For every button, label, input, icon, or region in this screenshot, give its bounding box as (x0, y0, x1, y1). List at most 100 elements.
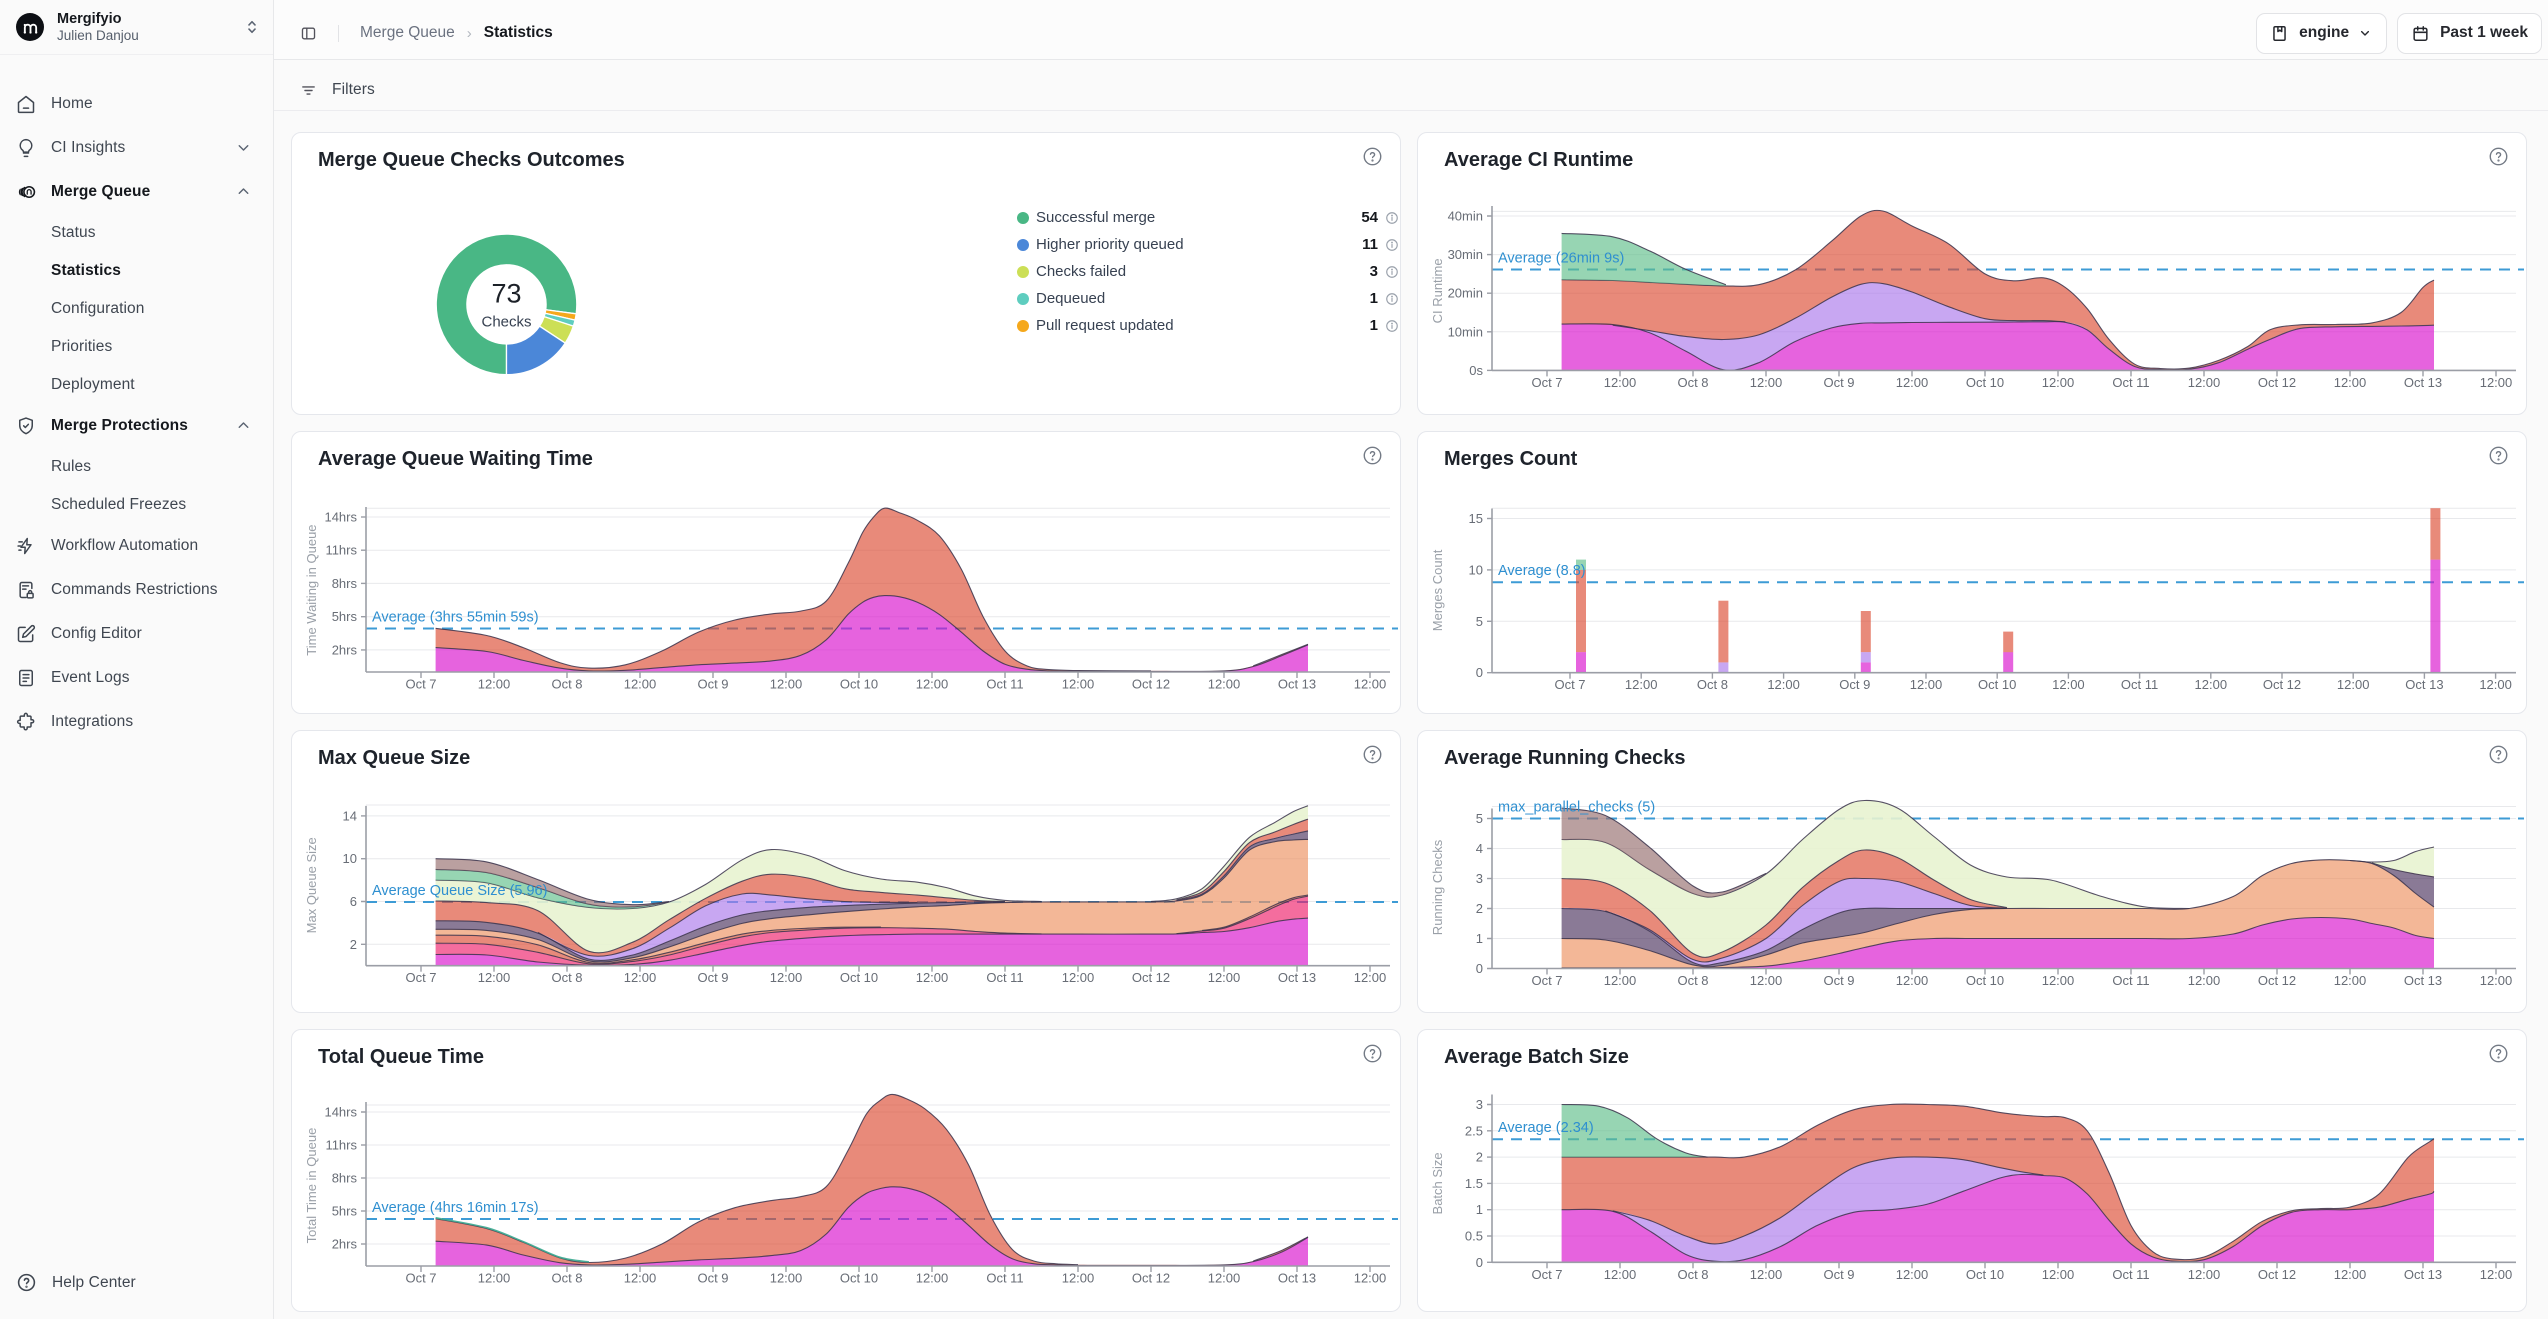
svg-text:14hrs: 14hrs (324, 1105, 357, 1120)
svg-text:Oct 10: Oct 10 (840, 677, 878, 692)
svg-text:Oct 11: Oct 11 (986, 677, 1023, 692)
svg-text:12:00: 12:00 (770, 677, 803, 692)
svg-text:Oct 7: Oct 7 (1531, 1267, 1562, 1282)
svg-text:11hrs: 11hrs (325, 1138, 357, 1153)
svg-text:12:00: 12:00 (2188, 973, 2221, 988)
svg-text:1.5: 1.5 (1465, 1176, 1483, 1191)
svg-text:12:00: 12:00 (2042, 1267, 2075, 1282)
svg-text:Oct 8: Oct 8 (551, 970, 582, 985)
svg-text:Oct 8: Oct 8 (1677, 375, 1708, 390)
svg-text:Oct 8: Oct 8 (1677, 1267, 1708, 1282)
svg-text:Average (26min 9s): Average (26min 9s) (1498, 251, 1624, 267)
svg-text:Oct 7: Oct 7 (1531, 973, 1562, 988)
svg-text:Total Time in Queue: Total Time in Queue (304, 1128, 319, 1244)
svg-text:12:00: 12:00 (2042, 973, 2075, 988)
svg-text:12:00: 12:00 (624, 970, 657, 985)
svg-text:2hrs: 2hrs (332, 1237, 358, 1252)
svg-text:max_parallel_checks (5): max_parallel_checks (5) (1498, 800, 1655, 816)
svg-text:1: 1 (1476, 931, 1483, 946)
svg-text:Oct 10: Oct 10 (840, 970, 878, 985)
svg-text:Average (4hrs 16min 17s): Average (4hrs 16min 17s) (372, 1200, 539, 1216)
svg-text:Oct 11: Oct 11 (2121, 677, 2158, 692)
svg-text:2: 2 (350, 937, 357, 952)
svg-text:2.5: 2.5 (1465, 1123, 1483, 1138)
svg-text:12:00: 12:00 (916, 677, 949, 692)
svg-text:0: 0 (1476, 665, 1483, 680)
svg-text:Oct 9: Oct 9 (1823, 1267, 1854, 1282)
svg-text:Average Queue Size (5.96): Average Queue Size (5.96) (372, 883, 547, 899)
svg-text:12:00: 12:00 (1750, 375, 1783, 390)
svg-text:Oct 10: Oct 10 (1966, 375, 2004, 390)
svg-text:Oct 7: Oct 7 (1531, 375, 1562, 390)
svg-text:0s: 0s (1469, 363, 1483, 378)
svg-text:12:00: 12:00 (1208, 677, 1241, 692)
svg-text:30min: 30min (1448, 247, 1483, 262)
svg-text:12:00: 12:00 (1062, 970, 1095, 985)
svg-text:Oct 13: Oct 13 (1278, 1271, 1316, 1286)
svg-text:2: 2 (1476, 1150, 1483, 1165)
svg-text:20min: 20min (1448, 286, 1483, 301)
svg-text:Max Queue Size: Max Queue Size (304, 837, 319, 933)
svg-text:Oct 11: Oct 11 (2112, 973, 2149, 988)
svg-text:12:00: 12:00 (770, 1271, 803, 1286)
svg-text:12:00: 12:00 (1896, 375, 1929, 390)
svg-text:2hrs: 2hrs (332, 642, 358, 657)
svg-text:12:00: 12:00 (916, 970, 949, 985)
svg-text:Oct 8: Oct 8 (1697, 677, 1728, 692)
svg-text:5hrs: 5hrs (332, 609, 358, 624)
svg-text:12:00: 12:00 (478, 1271, 511, 1286)
svg-text:Oct 7: Oct 7 (405, 1271, 436, 1286)
svg-text:Oct 9: Oct 9 (697, 970, 728, 985)
svg-text:0: 0 (1476, 961, 1483, 976)
svg-text:14: 14 (343, 808, 357, 823)
svg-text:12:00: 12:00 (478, 970, 511, 985)
svg-text:12:00: 12:00 (624, 1271, 657, 1286)
svg-text:3: 3 (1476, 871, 1483, 886)
svg-text:12:00: 12:00 (2334, 973, 2367, 988)
svg-text:12:00: 12:00 (2334, 1267, 2367, 1282)
svg-text:12:00: 12:00 (1354, 677, 1387, 692)
svg-text:12:00: 12:00 (916, 1271, 949, 1286)
svg-text:0: 0 (1476, 1255, 1483, 1270)
svg-text:Oct 8: Oct 8 (551, 677, 582, 692)
svg-text:1: 1 (1476, 1202, 1483, 1217)
svg-text:Oct 10: Oct 10 (1966, 973, 2004, 988)
svg-text:Oct 11: Oct 11 (986, 1271, 1023, 1286)
svg-text:12:00: 12:00 (770, 970, 803, 985)
svg-text:12:00: 12:00 (1625, 677, 1658, 692)
svg-text:Oct 13: Oct 13 (1278, 677, 1316, 692)
svg-text:12:00: 12:00 (2337, 677, 2370, 692)
svg-text:Time Waiting in Queue: Time Waiting in Queue (304, 524, 319, 655)
svg-text:12:00: 12:00 (1896, 973, 1929, 988)
svg-text:12:00: 12:00 (2479, 677, 2512, 692)
svg-text:8hrs: 8hrs (332, 576, 358, 591)
svg-text:Oct 9: Oct 9 (697, 1271, 728, 1286)
svg-text:Oct 12: Oct 12 (1132, 970, 1170, 985)
svg-text:4: 4 (1476, 841, 1483, 856)
svg-text:12:00: 12:00 (1910, 677, 1943, 692)
svg-text:Oct 10: Oct 10 (840, 1271, 878, 1286)
svg-text:3: 3 (1476, 1097, 1483, 1112)
svg-text:12:00: 12:00 (2334, 375, 2367, 390)
svg-text:Oct 12: Oct 12 (2258, 1267, 2296, 1282)
svg-text:12:00: 12:00 (2188, 1267, 2221, 1282)
svg-text:Oct 12: Oct 12 (2263, 677, 2301, 692)
svg-text:Oct 10: Oct 10 (1966, 1267, 2004, 1282)
svg-text:Batch Size: Batch Size (1430, 1152, 1445, 1214)
svg-text:Oct 13: Oct 13 (2405, 677, 2443, 692)
svg-text:Oct 12: Oct 12 (1132, 677, 1170, 692)
svg-text:5: 5 (1476, 811, 1483, 826)
svg-text:Average (3hrs 55min 59s): Average (3hrs 55min 59s) (372, 610, 539, 626)
svg-text:Oct 12: Oct 12 (1132, 1271, 1170, 1286)
svg-text:10: 10 (343, 851, 357, 866)
svg-text:Running Checks: Running Checks (1430, 839, 1445, 935)
svg-text:40min: 40min (1448, 209, 1483, 224)
svg-text:Oct 13: Oct 13 (2404, 1267, 2442, 1282)
svg-text:Oct 7: Oct 7 (405, 677, 436, 692)
svg-text:12:00: 12:00 (1062, 1271, 1095, 1286)
svg-text:5: 5 (1476, 614, 1483, 629)
svg-text:Oct 11: Oct 11 (2112, 1267, 2149, 1282)
svg-text:2: 2 (1476, 901, 1483, 916)
svg-text:10: 10 (1469, 562, 1483, 577)
svg-text:12:00: 12:00 (1354, 1271, 1387, 1286)
